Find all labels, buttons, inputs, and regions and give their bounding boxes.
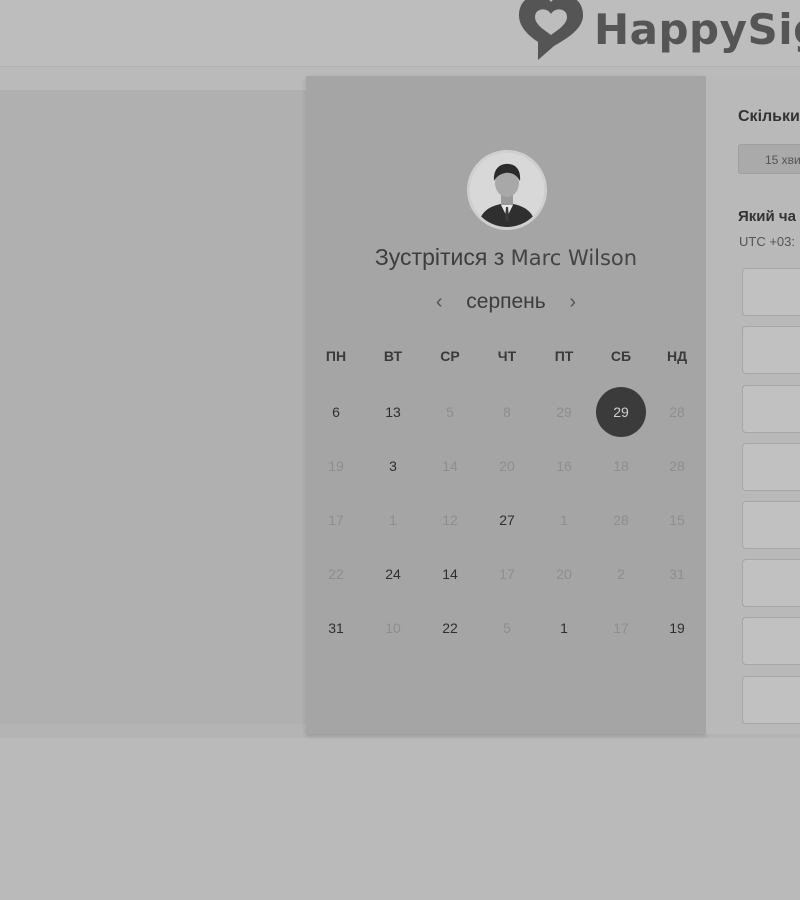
day-cell[interactable]: 19 <box>652 603 702 653</box>
day-cell[interactable]: 27 <box>482 495 532 545</box>
day-cell: 28 <box>669 458 685 474</box>
time-slot[interactable] <box>742 501 800 549</box>
day-cell: 5 <box>503 620 511 636</box>
day-cell: 5 <box>446 404 454 420</box>
day-cell: 18 <box>613 458 629 474</box>
day-cell: 20 <box>556 566 572 582</box>
chevron-left-icon[interactable]: ‹ <box>428 291 450 314</box>
heart-chat-icon <box>518 0 584 60</box>
day-cell: 17 <box>499 566 515 582</box>
day-cell: 8 <box>503 404 511 420</box>
day-cell: 31 <box>669 566 685 582</box>
time-slot[interactable] <box>742 385 800 433</box>
day-cell[interactable]: 13 <box>368 387 418 437</box>
weekday-label: ПТ <box>554 348 574 364</box>
time-slot[interactable] <box>742 326 800 374</box>
time-question: Який ча <box>738 208 796 225</box>
left-panel <box>0 90 306 724</box>
day-cell: 15 <box>669 512 685 528</box>
day-cell[interactable]: 24 <box>368 549 418 599</box>
day-cell: 2 <box>617 566 625 582</box>
time-slot[interactable] <box>742 268 800 316</box>
host-name: Marc Wilson <box>510 246 638 270</box>
day-cell: 1 <box>389 512 397 528</box>
day-cell: 16 <box>556 458 572 474</box>
time-slot[interactable] <box>742 676 800 724</box>
day-cell: 12 <box>442 512 458 528</box>
time-slot[interactable] <box>742 443 800 491</box>
time-slot[interactable] <box>742 617 800 665</box>
day-cell[interactable]: 14 <box>425 549 475 599</box>
day-cell[interactable]: 31 <box>311 603 361 653</box>
day-cell[interactable]: 6 <box>311 387 361 437</box>
day-cell: 19 <box>328 458 344 474</box>
day-cell: 17 <box>328 512 344 528</box>
avatar <box>467 150 547 230</box>
day-cell: 10 <box>385 620 401 636</box>
host-photo <box>470 153 544 227</box>
booking-panel: Скільки 15 хви Який ча UTC +03: <box>706 76 800 734</box>
host-prefix: Зустрітися з <box>374 244 505 270</box>
weekday-label: ВТ <box>383 348 403 364</box>
host-title: Зустрітися з Marc Wilson <box>306 244 706 271</box>
day-cell: 14 <box>442 458 458 474</box>
time-slot[interactable] <box>742 559 800 607</box>
day-cell: 22 <box>328 566 344 582</box>
day-cell: 28 <box>669 404 685 420</box>
day-cell[interactable]: 1 <box>539 603 589 653</box>
month-navigation: ‹ серпень › <box>306 290 706 314</box>
timezone-label: UTC +03: <box>739 234 795 249</box>
day-cell: 29 <box>556 404 572 420</box>
day-cell: 1 <box>560 512 568 528</box>
calendar-panel: Зустрітися з Marc Wilson ‹ серпень › ПН В… <box>306 76 706 734</box>
weekday-label: СР <box>440 348 460 364</box>
duration-question: Скільки <box>738 108 800 125</box>
weekday-label: НД <box>666 348 688 364</box>
day-cell: 28 <box>613 512 629 528</box>
chevron-right-icon[interactable]: › <box>562 291 584 314</box>
month-label: серпень <box>466 290 546 313</box>
day-cell[interactable]: 22 <box>425 603 475 653</box>
logo[interactable]: HappySig <box>514 0 800 64</box>
weekday-label: ЧТ <box>497 348 517 364</box>
top-bar: HappySig <box>0 0 800 67</box>
weekday-label: ПН <box>325 348 347 364</box>
day-cell[interactable]: 3 <box>368 441 418 491</box>
duration-option[interactable]: 15 хви <box>738 144 800 174</box>
weekday-label: СБ <box>610 348 632 364</box>
selected-day[interactable]: 29 <box>596 387 646 437</box>
day-cell: 17 <box>613 620 629 636</box>
logo-text: HappySig <box>594 4 800 54</box>
day-cell: 20 <box>499 458 515 474</box>
